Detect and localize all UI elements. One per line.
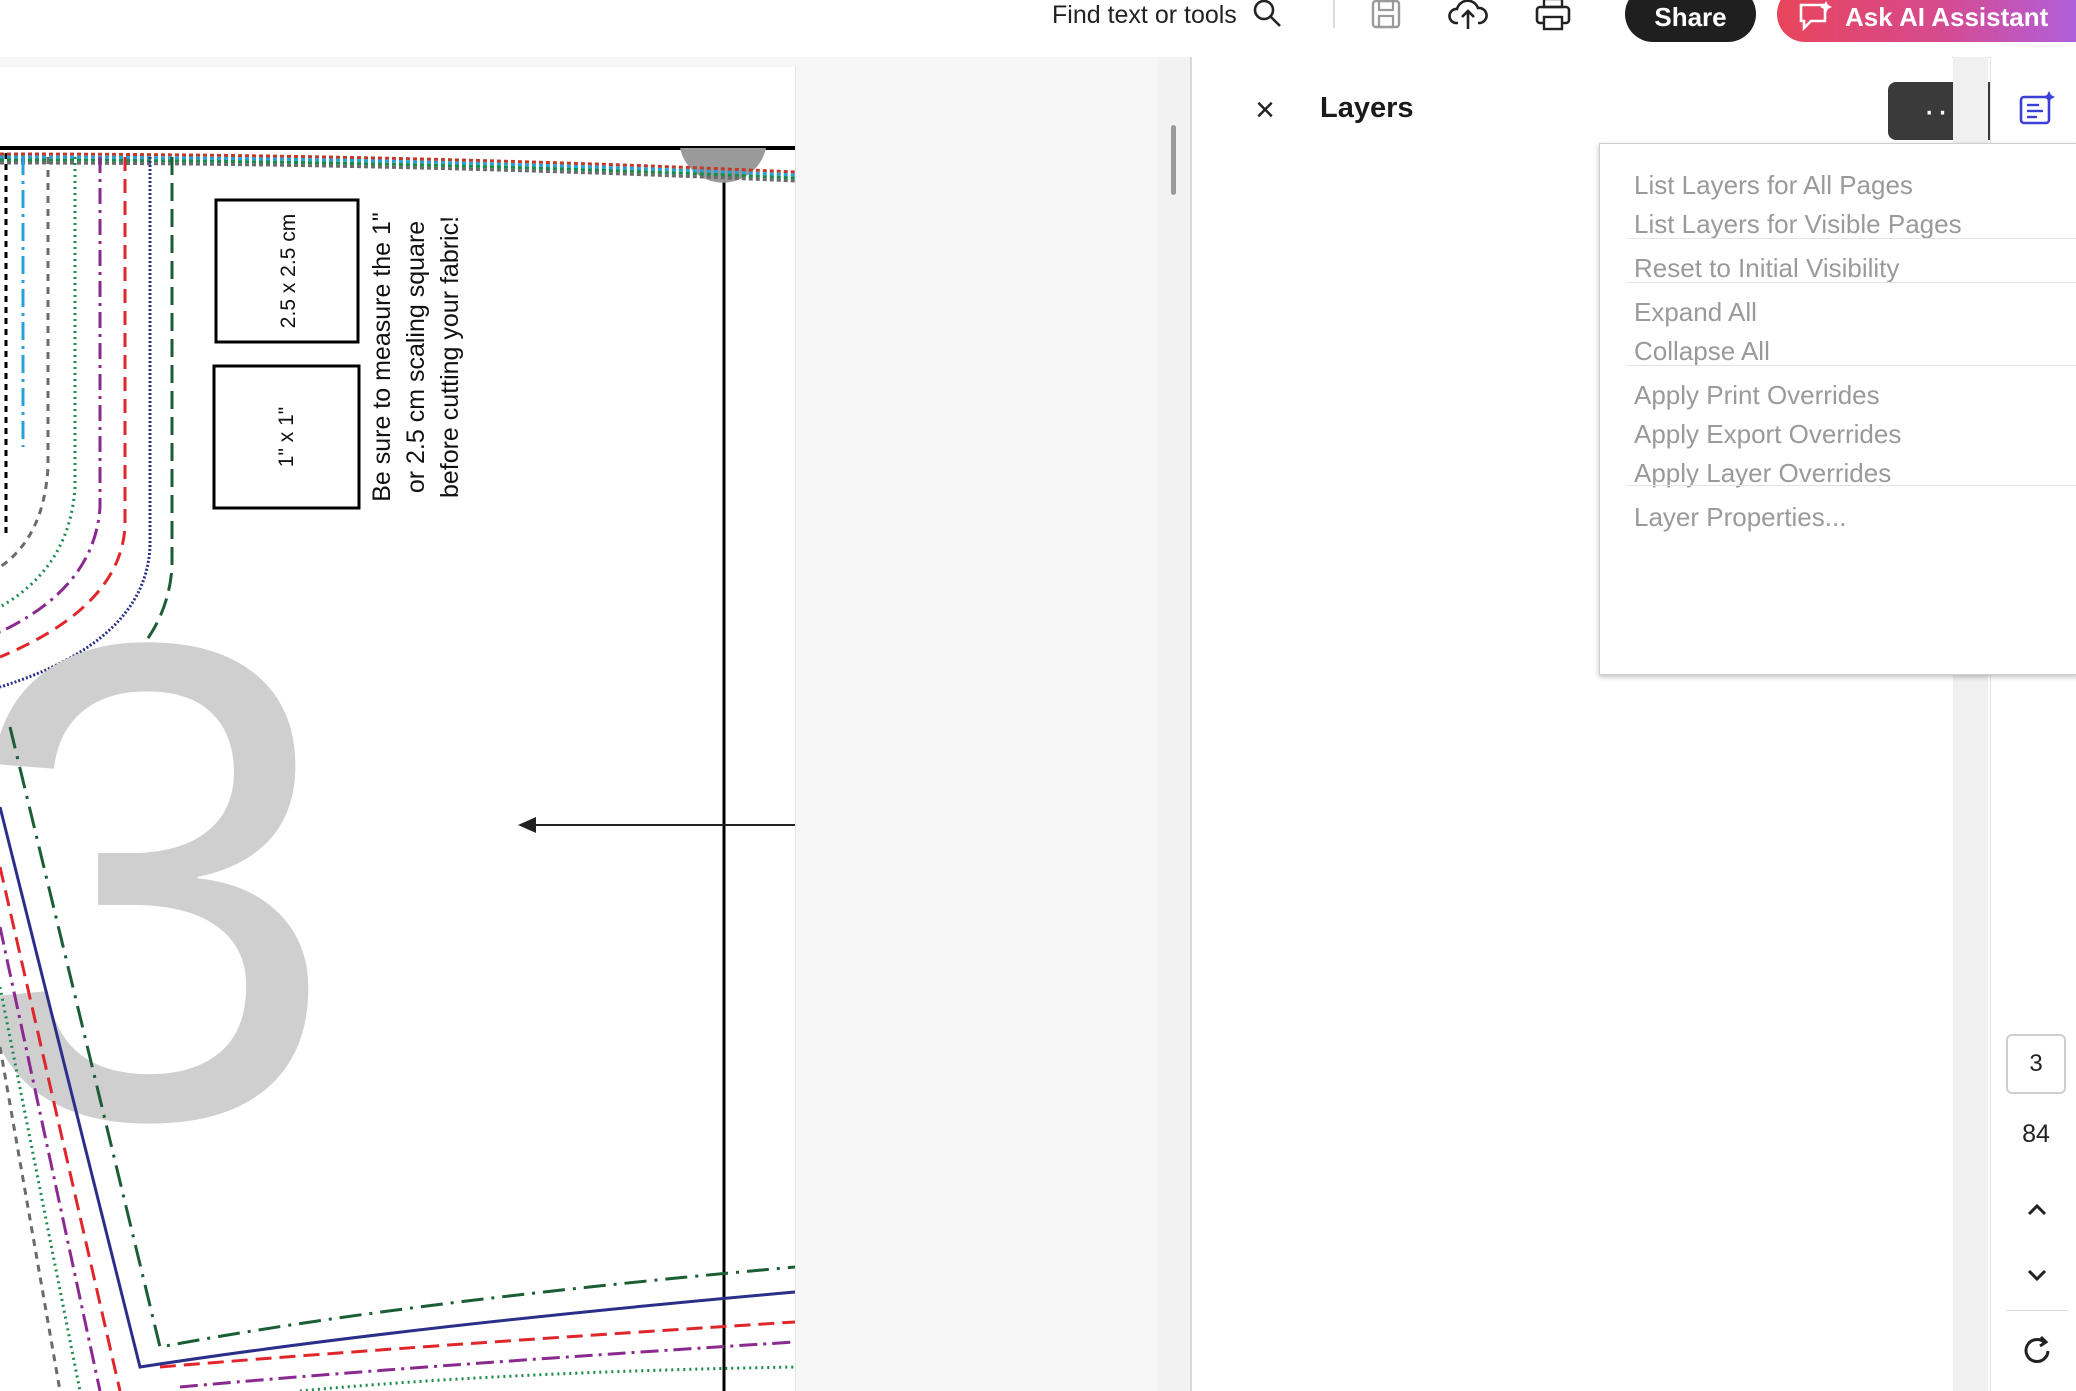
layers-panel-title: Layers xyxy=(1320,92,1414,124)
print-icon xyxy=(1535,0,1571,31)
ai-label: Ask AI Assistant xyxy=(1845,1,2049,32)
close-panel-button[interactable]: × xyxy=(1250,93,1280,127)
next-page-button[interactable] xyxy=(2017,1255,2057,1295)
menu-separator xyxy=(1627,365,2076,366)
refresh-icon xyxy=(2024,1335,2050,1363)
instruction-line-3: before cutting your fabric! xyxy=(436,216,464,498)
pdf-page: 3 2.5 x 2.5 cm 1" x 1" Be sure to measur… xyxy=(0,67,796,1391)
close-icon: × xyxy=(1255,91,1275,129)
menu-item[interactable]: Layer Properties... xyxy=(1634,502,1846,533)
current-page-input[interactable]: 3 xyxy=(2006,1034,2066,1094)
share-label: Share xyxy=(1654,1,1727,32)
scale-box-metric-label: 2.5 x 2.5 cm xyxy=(277,214,300,328)
refresh-button[interactable] xyxy=(2017,1331,2057,1371)
document-viewport[interactable]: 3 2.5 x 2.5 cm 1" x 1" Be sure to measur… xyxy=(0,57,1190,1391)
upload-icon xyxy=(1448,0,1488,29)
menu-item[interactable]: Reset to Initial Visibility xyxy=(1634,253,1899,284)
edit-panel-button[interactable] xyxy=(2015,87,2059,131)
chevron-up-icon xyxy=(2027,1203,2047,1216)
ai-chat-icon xyxy=(1799,1,1832,32)
menu-item[interactable]: List Layers for All Pages xyxy=(1634,170,1913,201)
upload-cloud-button[interactable] xyxy=(1446,0,1490,34)
instruction-line-2: or 2.5 cm scaling square xyxy=(402,221,430,493)
document-scrollbar-thumb[interactable] xyxy=(1171,125,1176,195)
menu-item[interactable]: Apply Print Overrides xyxy=(1634,380,1880,411)
current-page-number: 3 xyxy=(2029,1050,2043,1077)
search-icon xyxy=(1253,0,1281,27)
menu-item[interactable]: Apply Export Overrides xyxy=(1634,419,1901,450)
menu-item[interactable]: List Layers for Visible Pages xyxy=(1634,209,1962,240)
ask-ai-assistant-button[interactable]: Ask AI Assistant xyxy=(1777,0,2076,42)
total-pages: 84 xyxy=(2022,1120,2050,1148)
scale-box-imperial-label: 1" x 1" xyxy=(275,407,298,467)
document-scrollbar[interactable] xyxy=(1157,57,1190,1391)
chevron-down-icon xyxy=(2027,1269,2047,1282)
top-toolbar: Find text or tools Share Ask AI Assistan… xyxy=(0,0,2076,58)
print-button[interactable] xyxy=(1531,0,1575,34)
save-button[interactable] xyxy=(1364,0,1408,34)
menu-separator xyxy=(1627,485,2076,486)
previous-page-button[interactable] xyxy=(2017,1190,2057,1230)
instruction-line-1: Be sure to measure the 1" xyxy=(368,212,396,502)
menu-separator xyxy=(1627,282,2076,283)
share-button[interactable]: Share xyxy=(1625,0,1756,42)
sewing-pattern-drawing: 3 2.5 x 2.5 cm 1" x 1" Be sure to measur… xyxy=(0,146,795,1391)
layers-options-menu: List Layers for All Pages List Layers for… xyxy=(1599,143,2076,675)
toolbar-separator xyxy=(1333,0,1335,28)
menu-item[interactable]: Expand All xyxy=(1634,297,1757,328)
big-number-3: 3 xyxy=(0,502,338,1262)
save-icon xyxy=(1371,0,1401,29)
edit-panel-icon xyxy=(2019,91,2055,125)
menu-separator xyxy=(1627,238,2076,239)
rail-separator xyxy=(2006,1310,2068,1311)
menu-item[interactable]: Collapse All xyxy=(1634,336,1770,367)
find-label: Find text or tools xyxy=(1052,0,1237,29)
find-text-or-tools[interactable]: Find text or tools xyxy=(1052,0,1283,30)
